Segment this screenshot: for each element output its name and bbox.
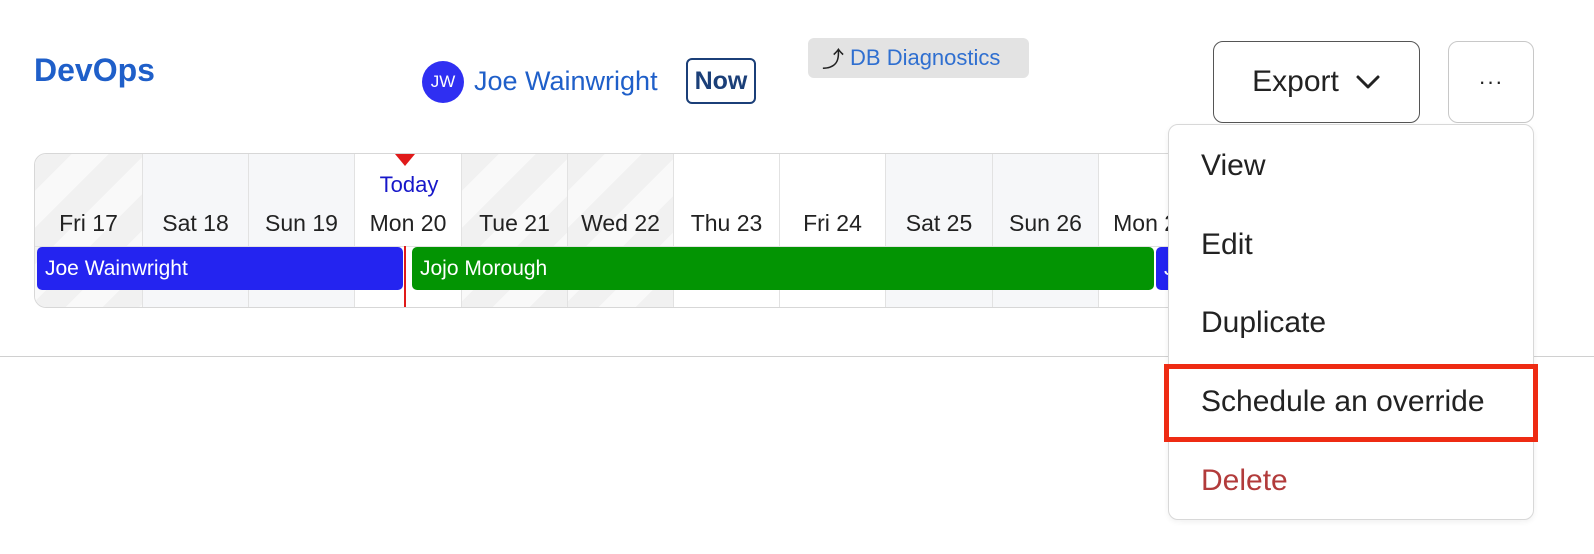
escalation-policy-label: DB Diagnostics	[850, 45, 1001, 70]
escalation-policy-tag[interactable]: ⤴ DB Diagnostics	[808, 38, 1029, 78]
more-options-menu: View Edit Duplicate Schedule an override…	[1168, 124, 1534, 520]
today-label: Today	[379, 172, 439, 197]
day-label: Sun 26	[1009, 210, 1082, 236]
day-label: Sun 19	[265, 210, 338, 236]
shift-block[interactable]: Joe Wainwright	[37, 247, 403, 290]
day-label: Thu 23	[690, 210, 763, 236]
chevron-down-icon	[1356, 75, 1380, 89]
menu-item-view[interactable]: View	[1201, 149, 1265, 183]
day-label: Tue 21	[479, 210, 550, 236]
day-label: Fri 24	[803, 210, 862, 236]
day-label: Wed 22	[581, 210, 660, 236]
schedule-title[interactable]: DevOps	[34, 52, 155, 89]
more-options-button[interactable]: ···	[1448, 41, 1534, 123]
highlight-box	[1164, 364, 1538, 442]
shift-label: Jojo Morough	[420, 256, 548, 280]
day-label: Mon 20	[369, 210, 447, 236]
shift-label: Joe Wainwright	[45, 256, 188, 280]
escalation-arrow-icon: ⤴	[822, 47, 845, 72]
menu-item-delete[interactable]: Delete	[1201, 464, 1288, 498]
menu-item-duplicate[interactable]: Duplicate	[1201, 306, 1326, 340]
day-label: Sat 25	[905, 210, 973, 236]
avatar: JW	[422, 61, 464, 103]
ellipsis-icon: ···	[1478, 69, 1504, 94]
export-label: Export	[1252, 65, 1339, 98]
export-button[interactable]: Export	[1213, 41, 1420, 123]
today-marker-icon	[395, 154, 415, 166]
shift-block[interactable]: Jojo Morough	[412, 247, 1154, 290]
oncall-user-link[interactable]: Joe Wainwright	[474, 66, 658, 97]
day-label: Sat 18	[162, 210, 229, 236]
now-badge: Now	[686, 58, 756, 104]
day-label: Fri 17	[59, 210, 118, 236]
today-line	[404, 246, 406, 307]
menu-item-edit[interactable]: Edit	[1201, 228, 1253, 262]
